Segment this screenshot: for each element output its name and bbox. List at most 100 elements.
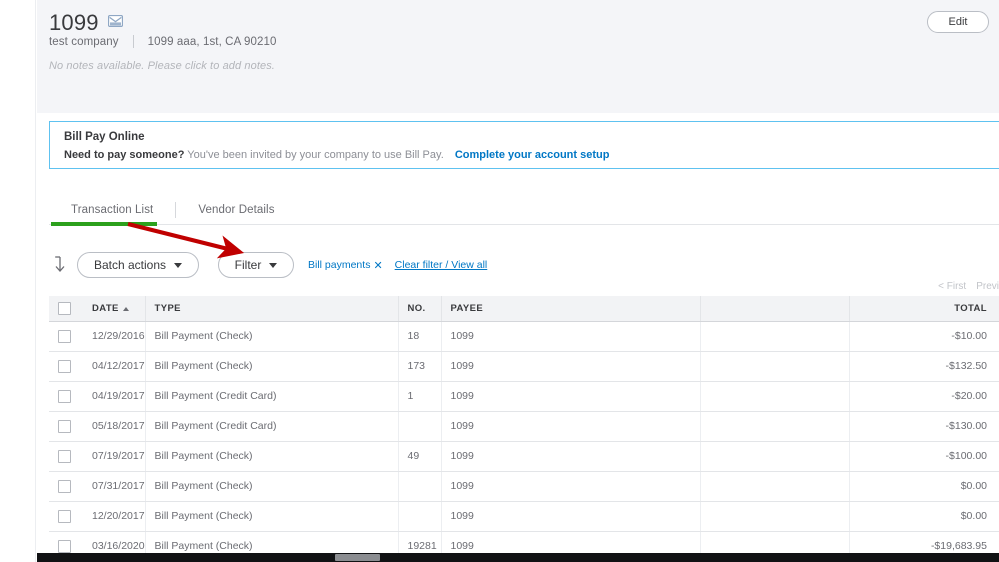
- subtitle-divider: [133, 35, 134, 48]
- row-select-cell: [49, 381, 83, 411]
- cell-total[interactable]: -$20.00: [849, 381, 999, 411]
- row-checkbox[interactable]: [58, 330, 71, 343]
- cell-blank: [700, 411, 849, 441]
- cell-type[interactable]: Bill Payment (Credit Card): [145, 381, 398, 411]
- table-row[interactable]: 12/20/2017Bill Payment (Check) 1099 $0.00: [49, 501, 999, 531]
- cell-type[interactable]: Bill Payment (Check): [145, 501, 398, 531]
- cell-type[interactable]: Bill Payment (Check): [145, 471, 398, 501]
- cell-no[interactable]: [398, 501, 441, 531]
- vendor-subtitle: test company 1099 aaa, 1st, CA 90210: [49, 35, 277, 48]
- cell-no[interactable]: [398, 411, 441, 441]
- row-checkbox[interactable]: [58, 390, 71, 403]
- cell-no[interactable]: 49: [398, 441, 441, 471]
- page-title: 1099: [49, 10, 99, 36]
- table-row[interactable]: 07/19/2017Bill Payment (Check)491099 -$10…: [49, 441, 999, 471]
- cell-no[interactable]: 173: [398, 351, 441, 381]
- cell-no[interactable]: 1: [398, 381, 441, 411]
- row-select-cell: [49, 411, 83, 441]
- bill-pay-banner: Bill Pay Online Need to pay someone? You…: [49, 121, 999, 169]
- batch-actions-label: Batch actions: [94, 258, 166, 272]
- mail-envelope-icon[interactable]: [108, 14, 123, 32]
- cell-total[interactable]: $0.00: [849, 501, 999, 531]
- clear-filter-link[interactable]: Clear filter / View all: [395, 259, 488, 271]
- tab-vendor-details[interactable]: Vendor Details: [176, 204, 296, 216]
- tab-transaction-list[interactable]: Transaction List: [49, 204, 175, 216]
- table-toolbar: Batch actions Filter Bill payments ✕ Cle…: [49, 248, 999, 282]
- table-row[interactable]: 12/29/2016Bill Payment (Check)181099 -$10…: [49, 321, 999, 351]
- sort-descending-icon[interactable]: [49, 255, 71, 275]
- cell-total[interactable]: -$100.00: [849, 441, 999, 471]
- transaction-table: DATE TYPE NO. PAYEE TOTAL 12/29/2016Bill…: [49, 296, 999, 562]
- cell-date[interactable]: 05/18/2017: [83, 411, 145, 441]
- table-row[interactable]: 04/19/2017Bill Payment (Credit Card)1109…: [49, 381, 999, 411]
- cell-date[interactable]: 12/29/2016: [83, 321, 145, 351]
- pagination-first[interactable]: < First: [938, 281, 966, 292]
- horizontal-scrollbar[interactable]: [37, 553, 999, 562]
- cell-payee[interactable]: 1099: [441, 501, 700, 531]
- row-select-cell: [49, 321, 83, 351]
- cell-date[interactable]: 04/19/2017: [83, 381, 145, 411]
- row-checkbox[interactable]: [58, 480, 71, 493]
- chevron-down-icon: [174, 263, 182, 268]
- cell-date[interactable]: 04/12/2017: [83, 351, 145, 381]
- table-row[interactable]: 04/12/2017Bill Payment (Check)1731099 -$1…: [49, 351, 999, 381]
- cell-payee[interactable]: 1099: [441, 471, 700, 501]
- transaction-table-wrapper: DATE TYPE NO. PAYEE TOTAL 12/29/2016Bill…: [49, 296, 999, 562]
- transaction-list-page: 1099 test company 1099 aaa, 1st, CA 9021…: [0, 0, 999, 562]
- column-header-blank: [700, 296, 849, 321]
- cell-blank: [700, 321, 849, 351]
- filter-button[interactable]: Filter: [218, 252, 294, 278]
- cell-date[interactable]: 07/31/2017: [83, 471, 145, 501]
- chevron-down-icon: [269, 263, 277, 268]
- cell-no[interactable]: [398, 471, 441, 501]
- cell-total[interactable]: -$132.50: [849, 351, 999, 381]
- banner-title: Bill Pay Online: [64, 131, 145, 143]
- column-header-total[interactable]: TOTAL: [849, 296, 999, 321]
- column-header-type[interactable]: TYPE: [145, 296, 398, 321]
- cell-type[interactable]: Bill Payment (Check): [145, 321, 398, 351]
- table-row[interactable]: 07/31/2017Bill Payment (Check) 1099 $0.00: [49, 471, 999, 501]
- row-select-cell: [49, 471, 83, 501]
- cell-total[interactable]: $0.00: [849, 471, 999, 501]
- cell-type[interactable]: Bill Payment (Credit Card): [145, 411, 398, 441]
- row-select-cell: [49, 351, 83, 381]
- row-checkbox[interactable]: [58, 360, 71, 373]
- complete-account-setup-link[interactable]: Complete your account setup: [455, 149, 610, 161]
- pagination-previous[interactable]: Previ: [976, 281, 999, 292]
- row-checkbox[interactable]: [58, 510, 71, 523]
- notes-placeholder[interactable]: No notes available. Please click to add …: [49, 60, 275, 72]
- cell-no[interactable]: 18: [398, 321, 441, 351]
- column-header-no[interactable]: NO.: [398, 296, 441, 321]
- pagination-controls: < First Previ: [938, 281, 999, 292]
- column-header-payee[interactable]: PAYEE: [441, 296, 700, 321]
- horizontal-scrollbar-thumb[interactable]: [335, 554, 380, 561]
- filter-label: Filter: [235, 258, 262, 272]
- cell-total[interactable]: -$130.00: [849, 411, 999, 441]
- select-all-checkbox[interactable]: [58, 302, 71, 315]
- edit-button[interactable]: Edit: [927, 11, 989, 33]
- cell-blank: [700, 441, 849, 471]
- tab-bar: Transaction List Vendor Details: [49, 196, 999, 224]
- table-row[interactable]: 05/18/2017Bill Payment (Credit Card) 1099…: [49, 411, 999, 441]
- cell-payee[interactable]: 1099: [441, 351, 700, 381]
- row-checkbox[interactable]: [58, 540, 71, 553]
- close-icon[interactable]: ✕: [373, 259, 382, 272]
- cell-date[interactable]: 07/19/2017: [83, 441, 145, 471]
- cell-payee[interactable]: 1099: [441, 381, 700, 411]
- cell-payee[interactable]: 1099: [441, 321, 700, 351]
- table-header: DATE TYPE NO. PAYEE TOTAL: [49, 296, 999, 321]
- filter-chip-bill-payments[interactable]: Bill payments ✕: [308, 259, 383, 272]
- cell-total[interactable]: -$10.00: [849, 321, 999, 351]
- cell-blank: [700, 471, 849, 501]
- row-checkbox[interactable]: [58, 420, 71, 433]
- cell-blank: [700, 381, 849, 411]
- row-select-cell: [49, 441, 83, 471]
- column-header-date[interactable]: DATE: [83, 296, 145, 321]
- batch-actions-button[interactable]: Batch actions: [77, 252, 199, 278]
- cell-type[interactable]: Bill Payment (Check): [145, 351, 398, 381]
- cell-payee[interactable]: 1099: [441, 441, 700, 471]
- cell-date[interactable]: 12/20/2017: [83, 501, 145, 531]
- cell-payee[interactable]: 1099: [441, 411, 700, 441]
- row-checkbox[interactable]: [58, 450, 71, 463]
- cell-type[interactable]: Bill Payment (Check): [145, 441, 398, 471]
